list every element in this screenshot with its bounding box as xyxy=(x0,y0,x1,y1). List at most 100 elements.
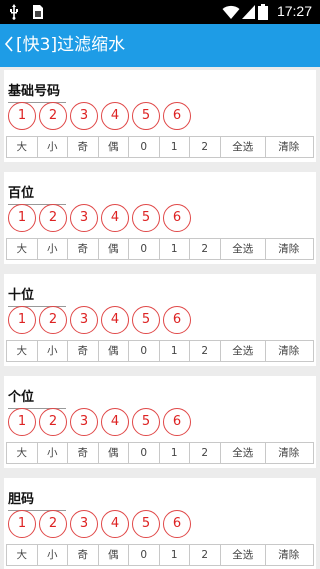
filter-button[interactable]: 奇 xyxy=(68,341,99,361)
filter-button[interactable]: 小 xyxy=(38,341,68,361)
filter-buttons: 大小奇偶 0 1 2 全选 清除 xyxy=(6,544,314,566)
number-ball[interactable]: 5 xyxy=(132,510,160,538)
filter-button[interactable]: 奇 xyxy=(68,239,99,259)
filter-button[interactable]: 小 xyxy=(38,443,68,463)
number-ball[interactable]: 1 xyxy=(8,510,36,538)
filter-button[interactable]: 奇 xyxy=(68,137,99,157)
filter-buttons: 大小奇偶 0 1 2 全选 清除 xyxy=(6,238,314,260)
chevron-left-icon[interactable] xyxy=(2,32,16,56)
filter-button[interactable]: 0 xyxy=(129,341,160,361)
filter-button[interactable]: 偶 xyxy=(99,545,129,565)
filter-button[interactable]: 全选 xyxy=(221,443,266,463)
filter-button[interactable]: 大 xyxy=(7,545,38,565)
filter-button[interactable]: 全选 xyxy=(221,545,266,565)
filter-button[interactable]: 全选 xyxy=(221,239,266,259)
filter-button[interactable]: 偶 xyxy=(99,443,129,463)
filter-button[interactable]: 0 xyxy=(129,545,160,565)
filter-button[interactable]: 清除 xyxy=(266,239,312,259)
section-tens: 十位 1 2 3 4 5 6 大小奇偶 0 1 2 全选 清除 xyxy=(4,274,316,366)
number-ball[interactable]: 2 xyxy=(39,102,67,130)
filter-button[interactable]: 大 xyxy=(7,239,38,259)
number-ball[interactable]: 4 xyxy=(101,102,129,130)
section-basic: 基础号码 1 2 3 4 5 6 大小奇偶 0 1 2 全选 清除 xyxy=(4,70,316,162)
section-title: 百位 xyxy=(8,182,66,205)
filter-button[interactable]: 偶 xyxy=(99,341,129,361)
filter-button[interactable]: 清除 xyxy=(266,137,312,157)
filter-button[interactable]: 大 xyxy=(7,137,38,157)
number-ball[interactable]: 6 xyxy=(163,510,191,538)
filter-button[interactable]: 0 xyxy=(129,239,160,259)
sim-icon xyxy=(33,5,43,19)
filter-button[interactable]: 2 xyxy=(190,341,221,361)
number-ball[interactable]: 1 xyxy=(8,204,36,232)
section-title: 个位 xyxy=(8,386,66,409)
number-ball[interactable]: 1 xyxy=(8,306,36,334)
number-ball[interactable]: 2 xyxy=(39,306,67,334)
number-ball[interactable]: 2 xyxy=(39,408,67,436)
filter-button[interactable]: 小 xyxy=(38,137,68,157)
filter-button[interactable]: 清除 xyxy=(266,545,312,565)
app-bar: [快3]过滤缩水 xyxy=(0,24,320,67)
filter-button[interactable]: 奇 xyxy=(68,545,99,565)
number-ball[interactable]: 5 xyxy=(132,204,160,232)
filter-buttons: 大小奇偶 0 1 2 全选 清除 xyxy=(6,136,314,158)
number-ball[interactable]: 2 xyxy=(39,204,67,232)
section-hundreds: 百位 1 2 3 4 5 6 大小奇偶 0 1 2 全选 清除 xyxy=(4,172,316,264)
filter-button[interactable]: 1 xyxy=(160,137,190,157)
section-units: 个位 1 2 3 4 5 6 大小奇偶 0 1 2 全选 清除 xyxy=(4,376,316,468)
number-ball[interactable]: 3 xyxy=(70,102,98,130)
number-ball[interactable]: 3 xyxy=(70,306,98,334)
filter-button[interactable]: 0 xyxy=(129,443,160,463)
filter-buttons: 大小奇偶 0 1 2 全选 清除 xyxy=(6,340,314,362)
filter-button[interactable]: 清除 xyxy=(266,341,312,361)
number-ball[interactable]: 4 xyxy=(101,306,129,334)
filter-button[interactable]: 2 xyxy=(190,137,221,157)
filter-buttons: 大小奇偶 0 1 2 全选 清除 xyxy=(6,442,314,464)
number-ball[interactable]: 3 xyxy=(70,510,98,538)
usb-icon xyxy=(10,4,18,20)
filter-button[interactable]: 2 xyxy=(190,545,221,565)
filter-button[interactable]: 1 xyxy=(160,545,190,565)
filter-button[interactable]: 全选 xyxy=(221,341,266,361)
number-ball[interactable]: 6 xyxy=(163,306,191,334)
wifi-icon xyxy=(222,5,240,19)
filter-button[interactable]: 全选 xyxy=(221,137,266,157)
section-title: 胆码 xyxy=(8,488,66,511)
number-ball[interactable]: 5 xyxy=(132,306,160,334)
filter-button[interactable]: 0 xyxy=(129,137,160,157)
filter-button[interactable]: 小 xyxy=(38,545,68,565)
number-ball[interactable]: 5 xyxy=(132,102,160,130)
number-ball[interactable]: 6 xyxy=(163,408,191,436)
section-dan: 胆码 1 2 3 4 5 6 大小奇偶 0 1 2 全选 清除 xyxy=(4,478,316,569)
number-ball[interactable]: 5 xyxy=(132,408,160,436)
filter-button[interactable]: 清除 xyxy=(266,443,312,463)
battery-icon xyxy=(258,4,268,20)
number-ball[interactable]: 6 xyxy=(163,204,191,232)
number-ball[interactable]: 2 xyxy=(39,510,67,538)
number-ball[interactable]: 1 xyxy=(8,408,36,436)
filter-button[interactable]: 1 xyxy=(160,341,190,361)
filter-button[interactable]: 大 xyxy=(7,443,38,463)
number-ball[interactable]: 6 xyxy=(163,102,191,130)
status-bar: 17:27 xyxy=(0,0,320,24)
filter-button[interactable]: 1 xyxy=(160,443,190,463)
signal-icon xyxy=(242,5,255,19)
filter-sections: 基础号码 1 2 3 4 5 6 大小奇偶 0 1 2 全选 清除 百位 1 2 3 4 5 6 大小奇偶 0 1 2 全选 清除… xyxy=(0,67,320,569)
number-ball[interactable]: 4 xyxy=(101,510,129,538)
filter-button[interactable]: 偶 xyxy=(99,137,129,157)
filter-button[interactable]: 奇 xyxy=(68,443,99,463)
filter-button[interactable]: 1 xyxy=(160,239,190,259)
filter-button[interactable]: 偶 xyxy=(99,239,129,259)
status-time: 17:27 xyxy=(276,3,312,19)
number-ball[interactable]: 1 xyxy=(8,102,36,130)
filter-button[interactable]: 2 xyxy=(190,443,221,463)
number-ball[interactable]: 3 xyxy=(70,204,98,232)
number-ball[interactable]: 3 xyxy=(70,408,98,436)
section-title: 十位 xyxy=(8,284,66,307)
filter-button[interactable]: 大 xyxy=(7,341,38,361)
page-title: [快3]过滤缩水 xyxy=(16,35,126,55)
filter-button[interactable]: 小 xyxy=(38,239,68,259)
number-ball[interactable]: 4 xyxy=(101,408,129,436)
number-ball[interactable]: 4 xyxy=(101,204,129,232)
filter-button[interactable]: 2 xyxy=(190,239,221,259)
